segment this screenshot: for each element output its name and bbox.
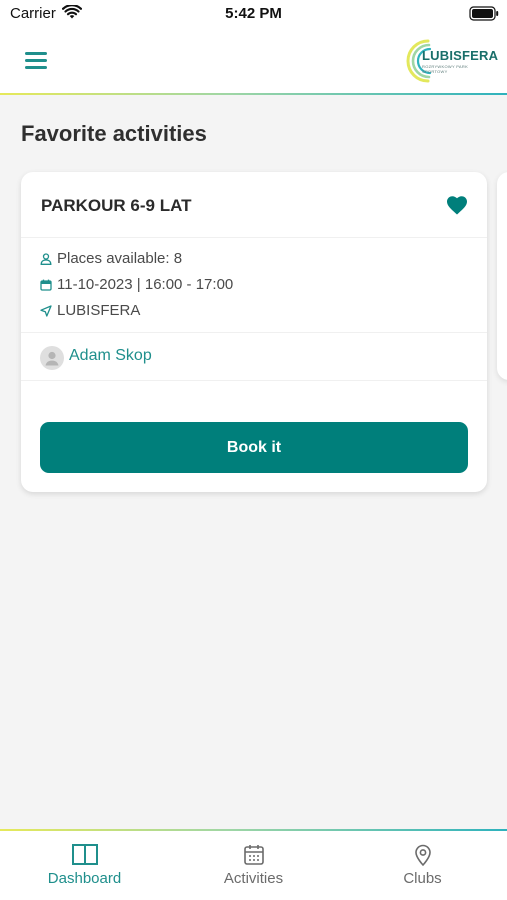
tab-activities[interactable]: Activities [169,831,338,900]
trainer-name-link[interactable]: Adam Skop [69,347,152,365]
navigation-arrow-icon [40,304,52,317]
lubisfera-logo: LUBISFERA ROZRYWKOWY PARK SPORTOWY [402,35,498,87]
places-available: Places available: 8 [57,249,183,267]
card-divider [21,332,487,333]
location-row: LUBISFERA [40,300,140,320]
app-header: LUBISFERA ROZRYWKOWY PARK SPORTOWY [0,30,507,93]
clock: 5:42 PM [225,5,282,22]
activity-title: PARKOUR 6-9 LAT [41,196,192,215]
tab-label: Clubs [403,870,442,887]
card-divider [21,237,487,238]
logo-text: LUBISFERA [422,48,499,63]
trainer-avatar [40,346,64,370]
calendar-icon [40,278,52,291]
next-activity-card[interactable] [497,172,507,380]
map-pin-icon [411,843,435,872]
tab-clubs[interactable]: Clubs [338,831,507,900]
datetime-row: 11-10-2023 | 16:00 - 17:00 [40,274,233,294]
activity-location: LUBISFERA [57,301,141,319]
heart-icon[interactable] [445,193,469,217]
places-row: Places available: 8 [40,248,182,268]
battery-icon [469,6,499,26]
tab-label: Dashboard [47,870,122,887]
tab-label: Activities [223,870,284,887]
activity-card[interactable]: PARKOUR 6-9 LAT Places available: 8 11-1… [21,172,487,492]
activity-datetime: 11-10-2023 | 16:00 - 17:00 [57,275,234,293]
tab-bar: Dashboard Activities Clubs [0,831,507,900]
person-icon [40,252,52,265]
card-divider [21,380,487,381]
hamburger-menu-icon[interactable] [22,49,50,71]
logo-subtitle: ROZRYWKOWY PARK SPORTOWY [422,64,469,74]
page-title: Favorite activities [21,121,207,146]
tab-dashboard[interactable]: Dashboard [0,831,169,900]
book-open-icon [71,843,99,872]
book-it-button[interactable]: Book it [40,422,468,473]
header-gradient-divider [0,93,507,95]
status-bar: Carrier 5:42 PM [0,0,507,30]
calendar-icon [242,843,266,872]
